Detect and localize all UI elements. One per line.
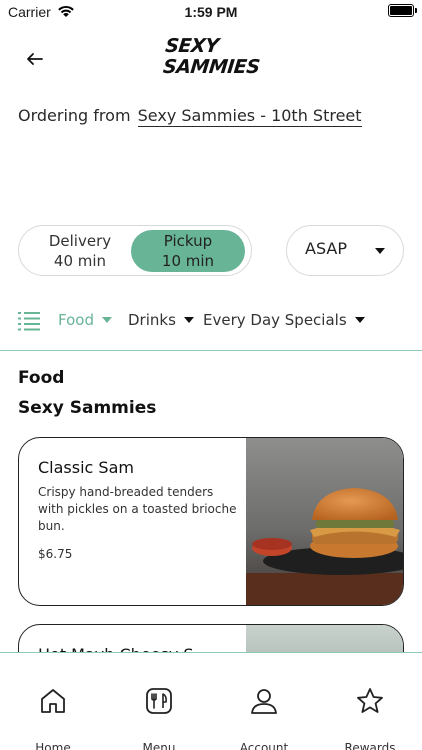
menu-item-card[interactable]: Classic Sam Crispy hand-breaded tenders … [18,437,404,606]
menu-item-name: Classic Sam [38,458,134,477]
tab-bar: Home Menu Account Rewards [0,652,422,750]
utensils-icon [146,688,172,714]
home-icon [41,689,65,713]
section-subtitle: Sexy Sammies [18,398,157,418]
pickup-label: Pickup [163,232,213,250]
store-link[interactable]: Sexy Sammies - 10th Street [137,106,362,127]
ordering-from: Ordering from Sexy Sammies - 10th Street [18,106,362,127]
tab-account[interactable]: Account [211,653,317,750]
delivery-label: Delivery [48,232,112,250]
menu-item-description: Crispy hand-breaded tenders with pickles… [38,485,237,533]
tab-home-label: Home [35,741,71,750]
category-food-label: Food [58,311,94,329]
menu-item-price: $6.75 [38,547,73,561]
pickup-time: 10 min [161,252,215,270]
tab-rewards[interactable]: Rewards [317,653,422,750]
category-drinks[interactable]: Drinks [128,311,194,329]
tab-menu[interactable]: Menu [106,653,212,750]
list-icon[interactable] [18,311,40,331]
logo-line-2: SAMMIES [162,56,261,78]
category-specials-label: Every Day Specials [203,311,347,329]
category-specials[interactable]: Every Day Specials [203,311,365,329]
tab-home[interactable]: Home [0,653,106,750]
user-icon [251,689,277,714]
chevron-down-icon [183,317,194,323]
battery-icon [388,4,417,17]
delivery-time: 40 min [53,252,107,270]
category-drinks-label: Drinks [128,311,176,329]
divider [0,350,422,351]
time-select[interactable]: ASAP [286,225,404,276]
brand-logo: SEXY SAMMIES [162,35,261,82]
logo-line-1: SEXY [164,35,220,57]
status-time: 1:59 PM [184,4,238,20]
tab-rewards-label: Rewards [344,741,396,750]
time-select-value: ASAP [305,239,347,258]
menu-item-info: Classic Sam Crispy hand-breaded tenders … [19,438,246,605]
section-title: Food [18,368,65,388]
chevron-down-icon [354,317,365,323]
pickup-option[interactable]: Pickup 10 min [131,230,245,272]
chevron-down-icon [375,248,385,254]
tab-account-label: Account [239,741,289,750]
ordering-prefix: Ordering from [18,106,131,125]
star-icon [357,688,383,713]
fulfillment-toggle: Delivery 40 min Pickup 10 min [18,225,252,276]
back-arrow-icon[interactable] [24,48,46,70]
chevron-down-icon [101,317,112,323]
status-bar: Carrier 1:59 PM [0,0,422,24]
category-nav: Food Drinks Every Day Specials [0,305,422,339]
category-food[interactable]: Food [58,311,112,329]
sandwich-photo [246,438,403,605]
tab-menu-label: Menu [142,741,176,750]
delivery-option[interactable]: Delivery 40 min [23,230,137,272]
